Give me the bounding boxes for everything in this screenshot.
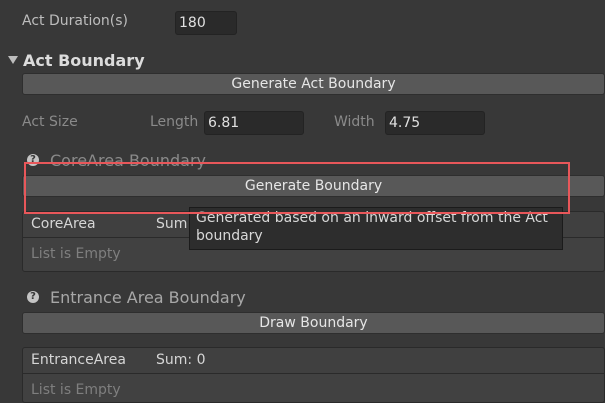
entrance-area-empty-text: List is Empty (31, 382, 121, 398)
core-area-list-name: CoreArea (31, 216, 96, 232)
act-duration-field[interactable]: 180 (175, 11, 237, 35)
draw-boundary-button[interactable]: Draw Boundary (22, 312, 605, 334)
highlight-box (24, 162, 570, 214)
act-boundary-title[interactable]: Act Boundary (23, 51, 145, 70)
width-field[interactable]: 4.75 (385, 111, 485, 135)
length-label: Length (150, 114, 199, 130)
length-field[interactable]: 6.81 (204, 111, 304, 135)
entrance-area-sum-label: Sum: 0 (156, 352, 206, 368)
act-size-label: Act Size (22, 114, 78, 130)
foldout-arrow-icon[interactable] (8, 56, 18, 64)
entrance-area-title: Entrance Area Boundary (50, 288, 246, 307)
help-icon[interactable]: ? (27, 291, 39, 303)
act-duration-label: Act Duration(s) (22, 13, 128, 29)
core-area-empty-text: List is Empty (31, 246, 121, 262)
width-label: Width (334, 114, 375, 130)
entrance-area-list-name: EntranceArea (31, 352, 126, 368)
generate-act-boundary-button[interactable]: Generate Act Boundary (22, 73, 605, 95)
core-area-sum-label: Sum (156, 216, 188, 232)
